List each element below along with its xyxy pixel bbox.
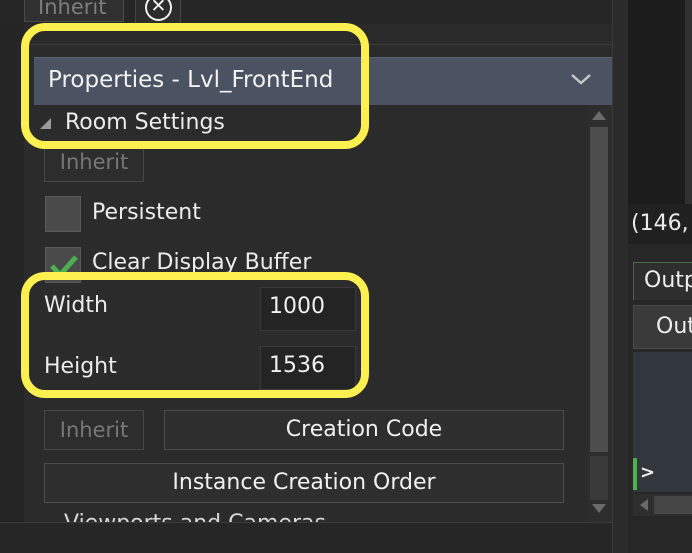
inherit-creation-code-button[interactable]: Inherit	[44, 410, 144, 450]
panel-splitter[interactable]	[612, 0, 628, 553]
persistent-label: Persistent	[92, 200, 201, 225]
output-subtab-button[interactable]: Output	[633, 305, 692, 349]
cursor-coordinates: (146,	[631, 211, 689, 236]
scroll-down-arrow-icon[interactable]	[590, 503, 608, 515]
creation-code-button[interactable]: Creation Code	[164, 410, 564, 450]
bottom-status-bar	[0, 522, 612, 553]
instance-creation-order-button[interactable]: Instance Creation Order	[44, 463, 564, 503]
scrollbar-thumb[interactable]	[590, 127, 608, 452]
chevron-down-icon[interactable]	[569, 69, 593, 89]
viewports-section-label: Viewports and Cameras	[64, 511, 326, 522]
canvas-edge	[685, 0, 692, 204]
scroll-left-arrow-icon[interactable]	[638, 498, 650, 512]
horizontal-scrollbar-thumb[interactable]	[654, 496, 692, 514]
console-active-marker	[633, 458, 637, 490]
highlight-annotation-properties	[21, 23, 369, 149]
inherit-button-top[interactable]: Inherit	[24, 0, 124, 22]
persistent-checkbox[interactable]	[45, 196, 81, 232]
tab-output[interactable]: Output	[633, 262, 692, 300]
room-canvas-view[interactable]	[628, 0, 692, 204]
viewports-section-partial[interactable]: Viewports and Cameras	[40, 510, 600, 522]
console-prompt-icon: >	[640, 462, 656, 483]
scrollbar-track-lower[interactable]	[590, 456, 608, 500]
highlight-annotation-dimensions	[21, 272, 369, 398]
scroll-up-arrow-icon[interactable]	[590, 109, 608, 121]
